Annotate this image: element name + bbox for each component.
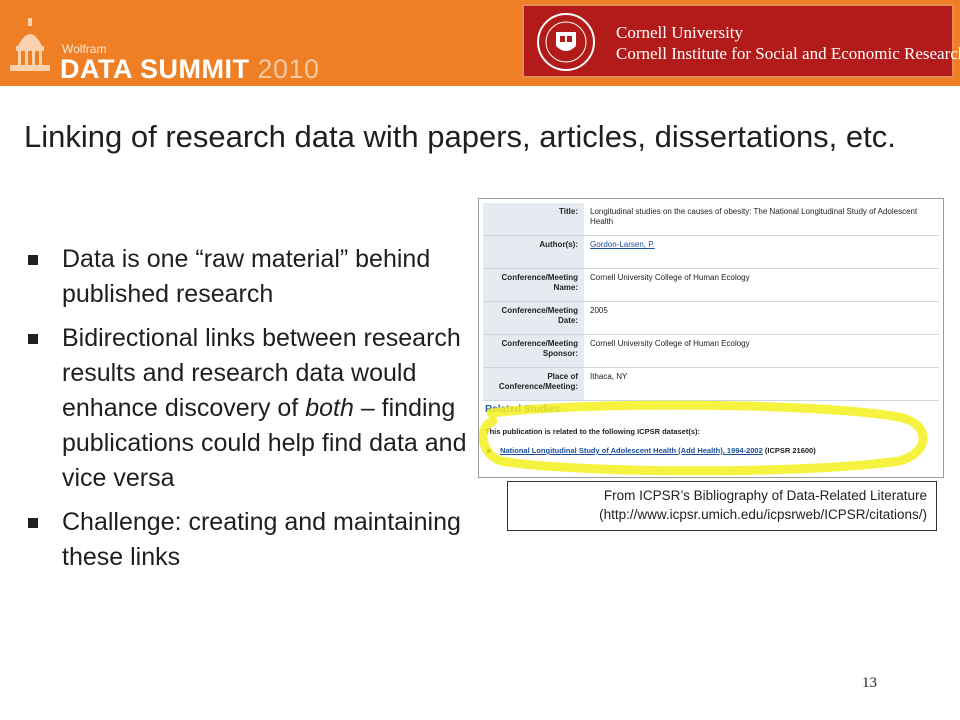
record-value: 2005 [590, 306, 608, 315]
record-row: Conference/Meeting Date: 2005 [483, 302, 939, 335]
header-banner: Wolfram DATA SUMMIT 2010 Cornell Univers… [0, 0, 960, 86]
related-studies-heading: Related Studies [485, 404, 561, 415]
wolfram-summit-logo: Wolfram DATA SUMMIT 2010 [0, 0, 319, 86]
record-value: Cornell University College of Human Ecol… [590, 339, 750, 348]
related-studies-text: This publication is related to the follo… [485, 427, 701, 436]
record-row: Author(s): Gordon-Larsen, P. [483, 236, 939, 269]
university-name: Cornell University [616, 23, 744, 42]
record-label: Conference/Meeting Date: [483, 302, 584, 334]
bullet-emphasis: both [305, 394, 354, 422]
record-row: Title: Longitudinal studies on the cause… [483, 203, 939, 236]
bibliography-screenshot: Title: Longitudinal studies on the cause… [478, 198, 944, 478]
cornell-logo-box: Cornell University Cornell Institute for… [522, 4, 960, 78]
record-label: Conference/Meeting Name: [483, 269, 584, 301]
bullet-item: Bidirectional links between research res… [28, 321, 468, 496]
record-label: Author(s): [483, 236, 584, 268]
bullet-list: Data is one “raw material” behind publis… [28, 242, 468, 584]
institute-name: Cornell Institute for Social and Economi… [616, 44, 960, 63]
record-value: Longitudinal studies on the causes of ob… [590, 207, 918, 226]
cornell-seal-icon [537, 13, 595, 71]
slide-title: Linking of research data with papers, ar… [24, 119, 896, 154]
bullet-dot-icon [487, 449, 491, 454]
bullet-marker-icon [28, 334, 38, 344]
summit-name: DATA SUMMIT [60, 54, 250, 84]
screenshot-caption: From ICPSR’s Bibliography of Data-Relate… [507, 481, 937, 531]
capitol-dome-icon [10, 18, 50, 71]
record-label: Conference/Meeting Sponsor: [483, 335, 584, 367]
related-study-item: National Longitudinal Study of Adolescen… [487, 446, 816, 455]
caption-line-1: From ICPSR’s Bibliography of Data-Relate… [603, 488, 927, 503]
bullet-item: Data is one “raw material” behind publis… [28, 242, 468, 312]
related-study-link[interactable]: National Longitudinal Study of Adolescen… [500, 446, 763, 455]
author-link[interactable]: Gordon-Larsen, P. [584, 236, 939, 268]
page-number: 13 [862, 675, 877, 691]
record-label: Place of Conference/Meeting: [483, 368, 584, 400]
summit-year: 2010 [257, 54, 320, 84]
bullet-marker-icon [28, 255, 38, 265]
bullet-item: Challenge: creating and maintaining thes… [28, 505, 468, 575]
record-value: Ithaca, NY [590, 372, 628, 381]
record-row: Place of Conference/Meeting: Ithaca, NY [483, 368, 939, 401]
record-row: Conference/Meeting Name: Cornell Univers… [483, 269, 939, 302]
bullet-marker-icon [28, 518, 38, 528]
bullet-text: Data is one “raw material” behind publis… [62, 245, 431, 308]
bibliography-records: Title: Longitudinal studies on the cause… [483, 203, 939, 401]
record-value: Cornell University College of Human Ecol… [590, 273, 750, 282]
bullet-text: Challenge: creating and maintaining thes… [62, 508, 461, 571]
summit-label: DATA SUMMIT 2010 [60, 54, 320, 85]
record-label: Title: [483, 203, 584, 235]
caption-line-2: (http://www.icpsr.umich.edu/icpsrweb/ICP… [599, 507, 927, 522]
related-study-code: (ICPSR 21600) [764, 446, 816, 455]
record-row: Conference/Meeting Sponsor: Cornell Univ… [483, 335, 939, 368]
